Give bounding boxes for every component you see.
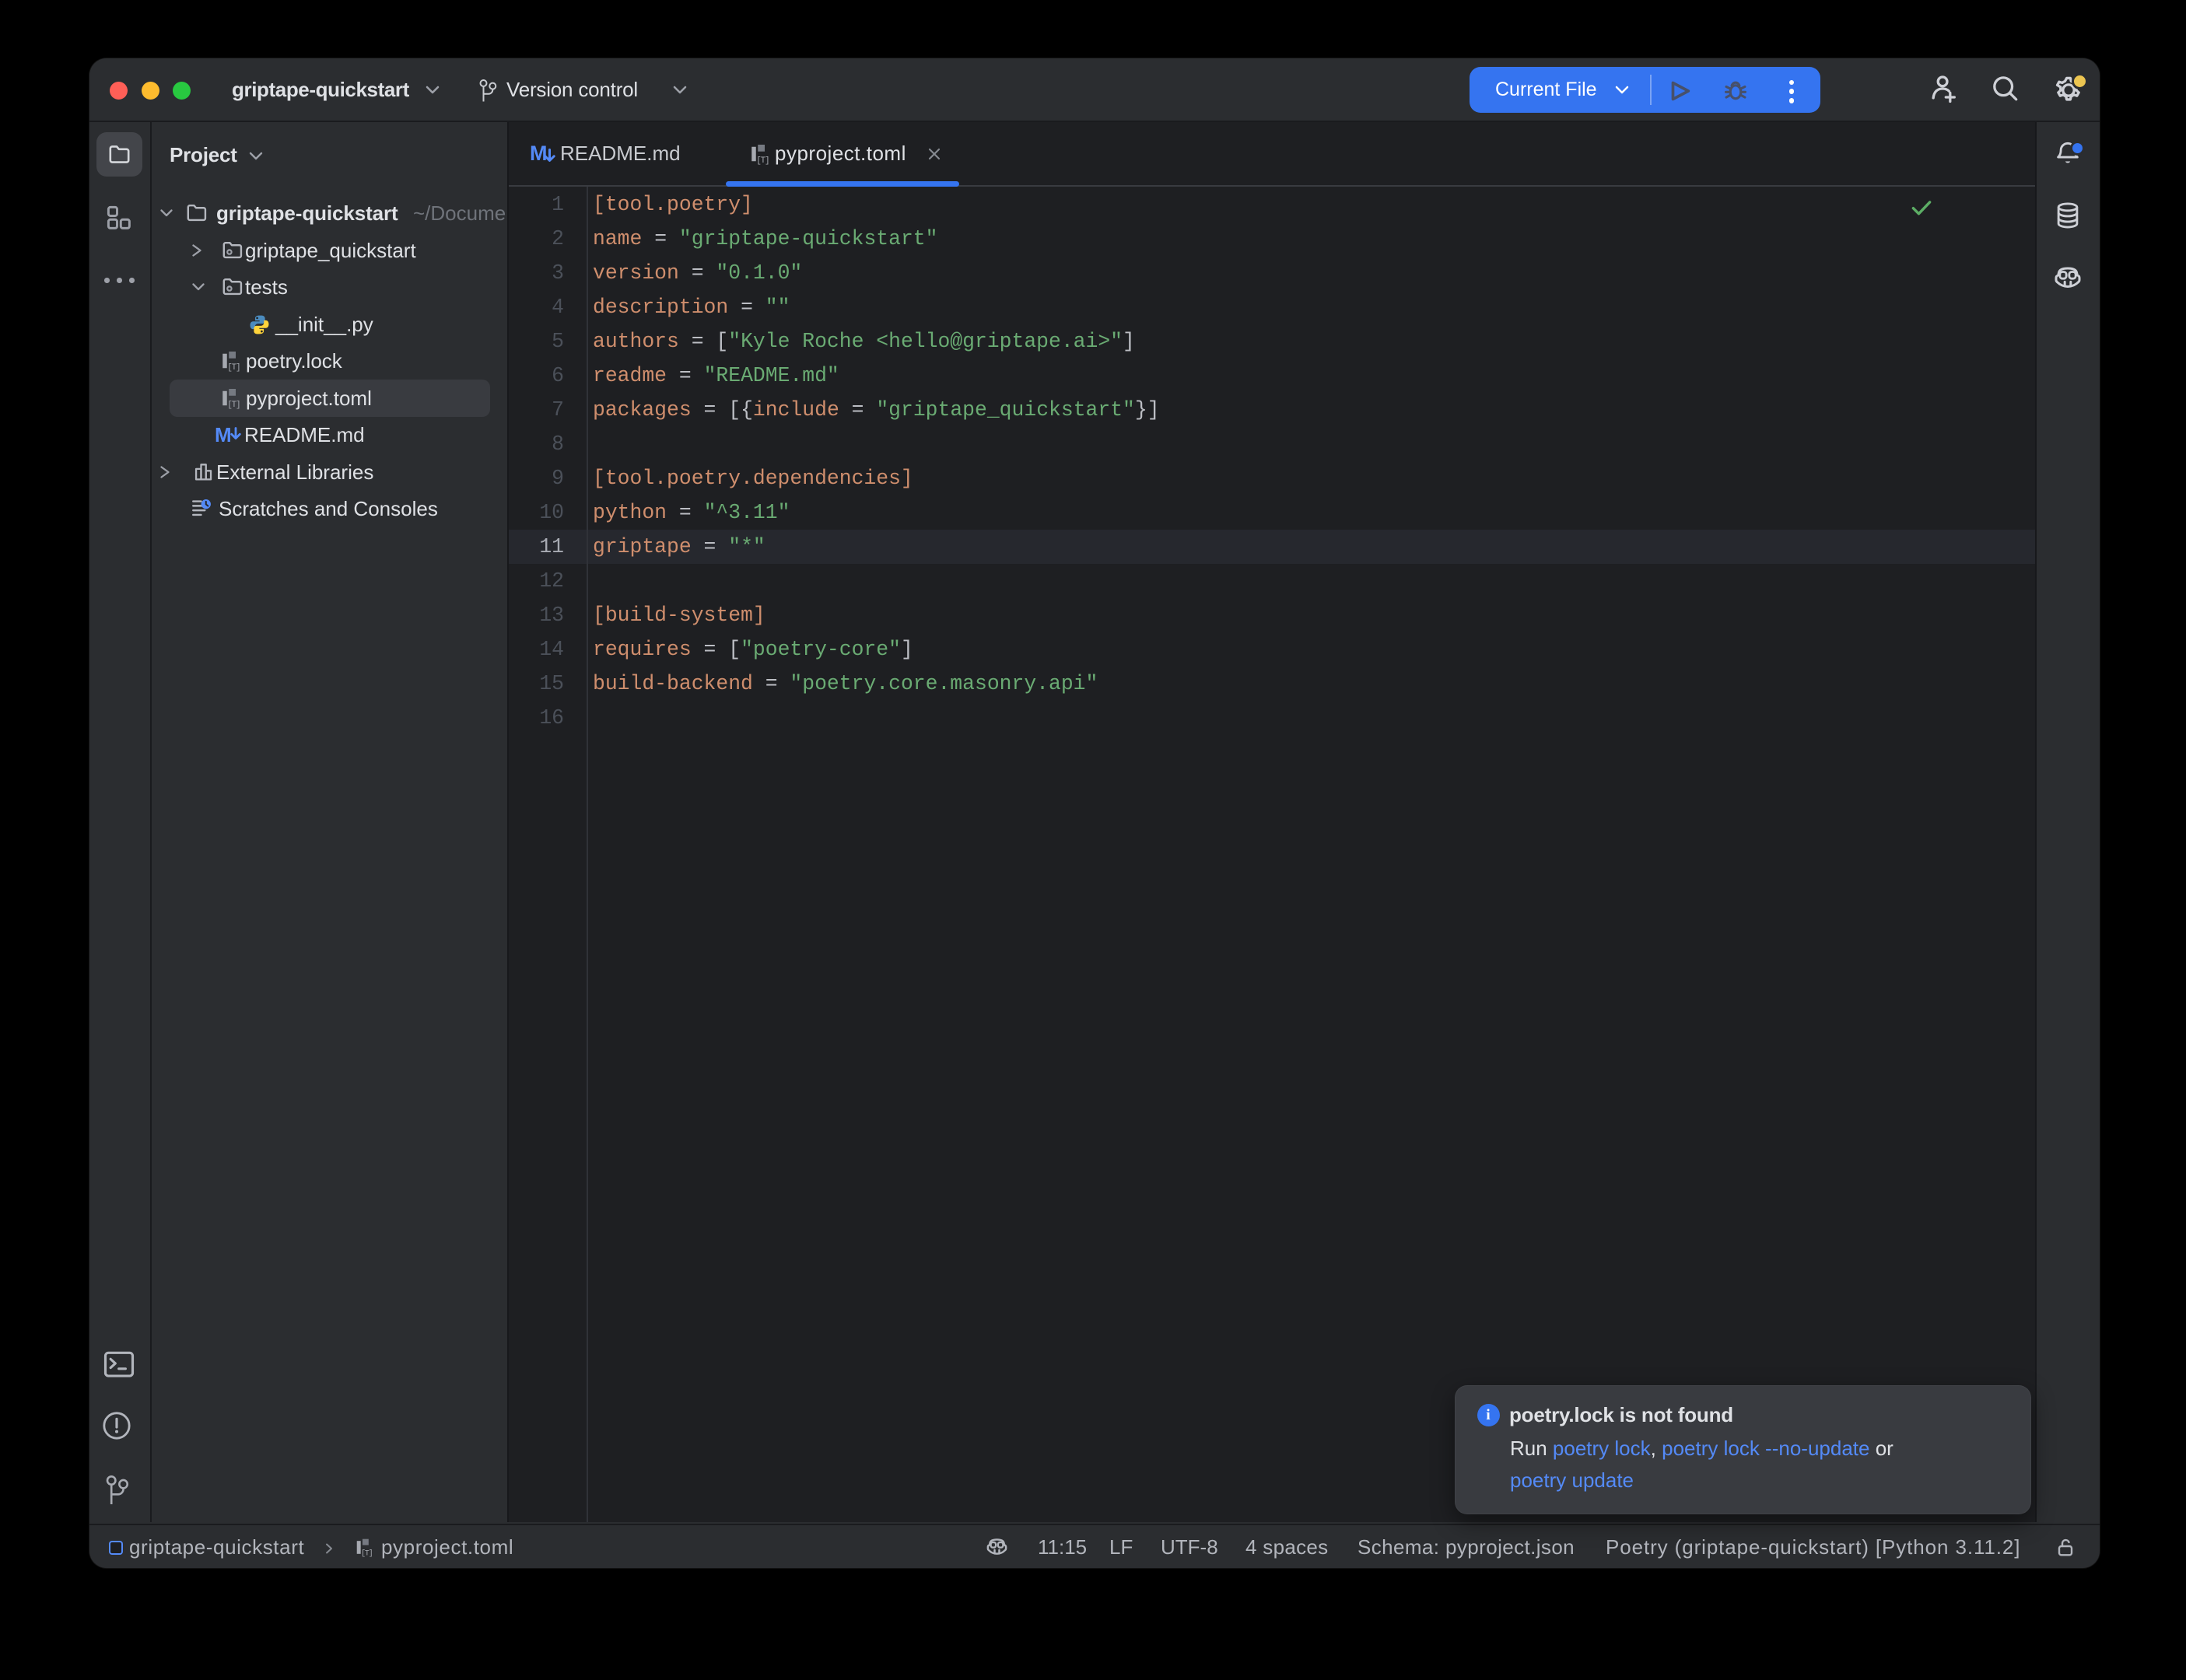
svg-text:[T]: [T] [227,401,240,410]
svg-text:[T]: [T] [227,363,240,373]
svg-text:[T]: [T] [361,1549,372,1557]
svg-text:[T]: [T] [756,156,769,166]
